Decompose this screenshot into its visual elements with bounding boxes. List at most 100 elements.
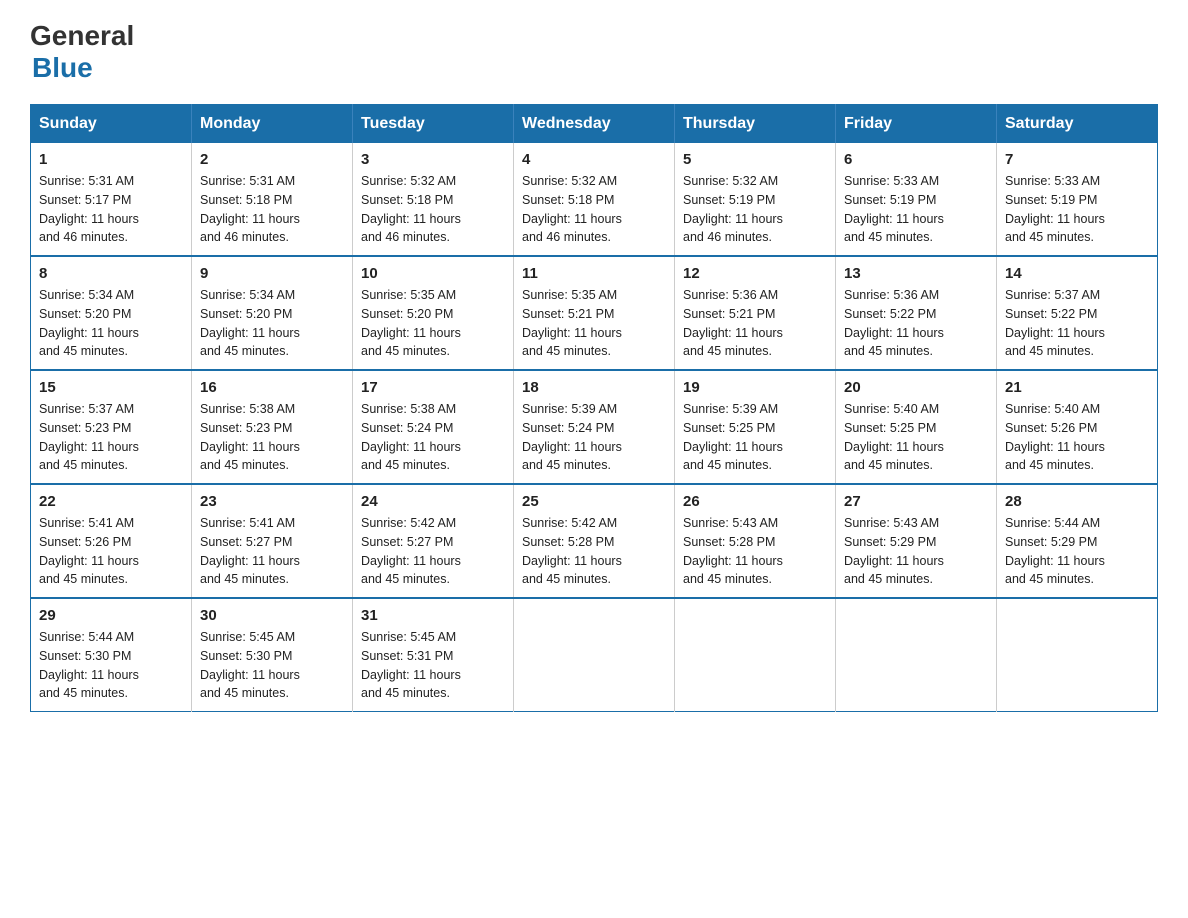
calendar-day-cell <box>514 598 675 712</box>
day-number: 9 <box>200 265 344 282</box>
day-info: Sunrise: 5:34 AM Sunset: 5:20 PM Dayligh… <box>39 286 183 361</box>
day-number: 1 <box>39 151 183 168</box>
day-info: Sunrise: 5:43 AM Sunset: 5:28 PM Dayligh… <box>683 514 827 589</box>
day-number: 15 <box>39 379 183 396</box>
day-info: Sunrise: 5:44 AM Sunset: 5:30 PM Dayligh… <box>39 628 183 703</box>
day-info: Sunrise: 5:36 AM Sunset: 5:22 PM Dayligh… <box>844 286 988 361</box>
day-info: Sunrise: 5:45 AM Sunset: 5:30 PM Dayligh… <box>200 628 344 703</box>
calendar-table: SundayMondayTuesdayWednesdayThursdayFrid… <box>30 104 1158 712</box>
calendar-day-cell: 20 Sunrise: 5:40 AM Sunset: 5:25 PM Dayl… <box>836 370 997 484</box>
calendar-day-cell <box>836 598 997 712</box>
day-number: 27 <box>844 493 988 510</box>
day-number: 21 <box>1005 379 1149 396</box>
day-number: 13 <box>844 265 988 282</box>
calendar-day-cell: 30 Sunrise: 5:45 AM Sunset: 5:30 PM Dayl… <box>192 598 353 712</box>
logo-blue-text: Blue <box>32 52 93 84</box>
page-header: General Blue <box>30 20 1158 84</box>
day-info: Sunrise: 5:32 AM Sunset: 5:18 PM Dayligh… <box>522 172 666 247</box>
day-number: 18 <box>522 379 666 396</box>
day-number: 17 <box>361 379 505 396</box>
calendar-week-row: 1 Sunrise: 5:31 AM Sunset: 5:17 PM Dayli… <box>31 143 1158 256</box>
day-number: 14 <box>1005 265 1149 282</box>
day-info: Sunrise: 5:37 AM Sunset: 5:22 PM Dayligh… <box>1005 286 1149 361</box>
calendar-day-cell: 5 Sunrise: 5:32 AM Sunset: 5:19 PM Dayli… <box>675 143 836 256</box>
calendar-day-cell <box>675 598 836 712</box>
day-number: 4 <box>522 151 666 168</box>
calendar-day-cell: 17 Sunrise: 5:38 AM Sunset: 5:24 PM Dayl… <box>353 370 514 484</box>
day-of-week-header: Tuesday <box>353 105 514 144</box>
calendar-day-cell: 8 Sunrise: 5:34 AM Sunset: 5:20 PM Dayli… <box>31 256 192 370</box>
day-info: Sunrise: 5:31 AM Sunset: 5:17 PM Dayligh… <box>39 172 183 247</box>
day-number: 28 <box>1005 493 1149 510</box>
calendar-day-cell: 16 Sunrise: 5:38 AM Sunset: 5:23 PM Dayl… <box>192 370 353 484</box>
calendar-header: SundayMondayTuesdayWednesdayThursdayFrid… <box>31 105 1158 144</box>
calendar-day-cell: 10 Sunrise: 5:35 AM Sunset: 5:20 PM Dayl… <box>353 256 514 370</box>
day-number: 31 <box>361 607 505 624</box>
day-info: Sunrise: 5:33 AM Sunset: 5:19 PM Dayligh… <box>844 172 988 247</box>
calendar-day-cell: 2 Sunrise: 5:31 AM Sunset: 5:18 PM Dayli… <box>192 143 353 256</box>
day-number: 7 <box>1005 151 1149 168</box>
calendar-week-row: 29 Sunrise: 5:44 AM Sunset: 5:30 PM Dayl… <box>31 598 1158 712</box>
calendar-day-cell: 24 Sunrise: 5:42 AM Sunset: 5:27 PM Dayl… <box>353 484 514 598</box>
day-of-week-header: Saturday <box>997 105 1158 144</box>
calendar-day-cell: 21 Sunrise: 5:40 AM Sunset: 5:26 PM Dayl… <box>997 370 1158 484</box>
calendar-day-cell: 3 Sunrise: 5:32 AM Sunset: 5:18 PM Dayli… <box>353 143 514 256</box>
day-number: 16 <box>200 379 344 396</box>
day-info: Sunrise: 5:34 AM Sunset: 5:20 PM Dayligh… <box>200 286 344 361</box>
day-info: Sunrise: 5:38 AM Sunset: 5:24 PM Dayligh… <box>361 400 505 475</box>
calendar-week-row: 22 Sunrise: 5:41 AM Sunset: 5:26 PM Dayl… <box>31 484 1158 598</box>
calendar-body: 1 Sunrise: 5:31 AM Sunset: 5:17 PM Dayli… <box>31 143 1158 712</box>
day-number: 23 <box>200 493 344 510</box>
day-info: Sunrise: 5:31 AM Sunset: 5:18 PM Dayligh… <box>200 172 344 247</box>
day-number: 2 <box>200 151 344 168</box>
calendar-day-cell: 28 Sunrise: 5:44 AM Sunset: 5:29 PM Dayl… <box>997 484 1158 598</box>
day-info: Sunrise: 5:32 AM Sunset: 5:18 PM Dayligh… <box>361 172 505 247</box>
day-number: 6 <box>844 151 988 168</box>
day-number: 5 <box>683 151 827 168</box>
day-number: 3 <box>361 151 505 168</box>
calendar-day-cell: 6 Sunrise: 5:33 AM Sunset: 5:19 PM Dayli… <box>836 143 997 256</box>
day-number: 12 <box>683 265 827 282</box>
calendar-day-cell: 11 Sunrise: 5:35 AM Sunset: 5:21 PM Dayl… <box>514 256 675 370</box>
day-info: Sunrise: 5:42 AM Sunset: 5:28 PM Dayligh… <box>522 514 666 589</box>
day-info: Sunrise: 5:37 AM Sunset: 5:23 PM Dayligh… <box>39 400 183 475</box>
day-number: 8 <box>39 265 183 282</box>
calendar-day-cell: 9 Sunrise: 5:34 AM Sunset: 5:20 PM Dayli… <box>192 256 353 370</box>
day-number: 30 <box>200 607 344 624</box>
day-number: 19 <box>683 379 827 396</box>
day-info: Sunrise: 5:44 AM Sunset: 5:29 PM Dayligh… <box>1005 514 1149 589</box>
day-number: 20 <box>844 379 988 396</box>
day-number: 10 <box>361 265 505 282</box>
logo-general-text: General <box>30 20 134 52</box>
calendar-day-cell: 15 Sunrise: 5:37 AM Sunset: 5:23 PM Dayl… <box>31 370 192 484</box>
day-info: Sunrise: 5:43 AM Sunset: 5:29 PM Dayligh… <box>844 514 988 589</box>
day-number: 24 <box>361 493 505 510</box>
day-info: Sunrise: 5:38 AM Sunset: 5:23 PM Dayligh… <box>200 400 344 475</box>
calendar-day-cell: 4 Sunrise: 5:32 AM Sunset: 5:18 PM Dayli… <box>514 143 675 256</box>
day-of-week-header: Monday <box>192 105 353 144</box>
day-info: Sunrise: 5:45 AM Sunset: 5:31 PM Dayligh… <box>361 628 505 703</box>
day-info: Sunrise: 5:36 AM Sunset: 5:21 PM Dayligh… <box>683 286 827 361</box>
day-info: Sunrise: 5:32 AM Sunset: 5:19 PM Dayligh… <box>683 172 827 247</box>
calendar-day-cell: 22 Sunrise: 5:41 AM Sunset: 5:26 PM Dayl… <box>31 484 192 598</box>
calendar-day-cell: 14 Sunrise: 5:37 AM Sunset: 5:22 PM Dayl… <box>997 256 1158 370</box>
day-number: 11 <box>522 265 666 282</box>
day-info: Sunrise: 5:39 AM Sunset: 5:24 PM Dayligh… <box>522 400 666 475</box>
logo: General Blue <box>30 20 134 84</box>
calendar-week-row: 8 Sunrise: 5:34 AM Sunset: 5:20 PM Dayli… <box>31 256 1158 370</box>
day-of-week-header: Wednesday <box>514 105 675 144</box>
calendar-day-cell <box>997 598 1158 712</box>
calendar-day-cell: 13 Sunrise: 5:36 AM Sunset: 5:22 PM Dayl… <box>836 256 997 370</box>
calendar-day-cell: 7 Sunrise: 5:33 AM Sunset: 5:19 PM Dayli… <box>997 143 1158 256</box>
day-info: Sunrise: 5:35 AM Sunset: 5:20 PM Dayligh… <box>361 286 505 361</box>
day-info: Sunrise: 5:41 AM Sunset: 5:26 PM Dayligh… <box>39 514 183 589</box>
days-of-week-row: SundayMondayTuesdayWednesdayThursdayFrid… <box>31 105 1158 144</box>
day-of-week-header: Sunday <box>31 105 192 144</box>
day-of-week-header: Thursday <box>675 105 836 144</box>
calendar-day-cell: 25 Sunrise: 5:42 AM Sunset: 5:28 PM Dayl… <box>514 484 675 598</box>
calendar-day-cell: 27 Sunrise: 5:43 AM Sunset: 5:29 PM Dayl… <box>836 484 997 598</box>
day-number: 26 <box>683 493 827 510</box>
calendar-day-cell: 26 Sunrise: 5:43 AM Sunset: 5:28 PM Dayl… <box>675 484 836 598</box>
calendar-day-cell: 1 Sunrise: 5:31 AM Sunset: 5:17 PM Dayli… <box>31 143 192 256</box>
day-info: Sunrise: 5:40 AM Sunset: 5:26 PM Dayligh… <box>1005 400 1149 475</box>
